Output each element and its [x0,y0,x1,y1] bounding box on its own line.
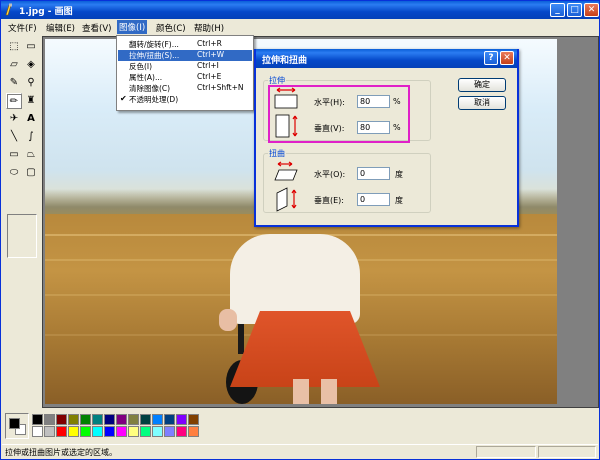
toolbox: ⬚ ▭ ▱ ◈ ✎ ⚲ ✏ ♜ ✈ A ╲ ∫ ▭ ⏢ ⬭ ▢ [3,36,41,408]
pencil-icon[interactable]: ✏ [6,93,22,109]
help-button[interactable]: ? [484,51,498,65]
color-swatch[interactable] [44,414,55,425]
color-swatch[interactable] [116,426,127,437]
skew-group-label: 扭曲 [268,148,286,159]
maximize-button[interactable]: □ [567,3,582,17]
color-swatch[interactable] [104,414,115,425]
person-leg [321,379,337,404]
color-swatch[interactable] [152,426,163,437]
eraser-icon[interactable]: ▱ [6,57,22,73]
dialog-title: 拉伸和扭曲 [262,56,308,66]
degree-unit: 度 [395,170,403,179]
person-hand [219,309,237,331]
color-swatch[interactable] [152,414,163,425]
skew-vertical-input[interactable]: 0 [357,193,390,206]
menu-colors[interactable]: 颜色(C) [154,21,188,35]
color-swatch[interactable] [176,414,187,425]
airbrush-icon[interactable]: ✈ [6,111,22,127]
line-icon[interactable]: ╲ [6,129,22,145]
ok-button[interactable]: 确定 [458,78,506,92]
color-swatch[interactable] [32,426,43,437]
person-sweater [230,234,360,324]
color-swatch[interactable] [92,426,103,437]
color-swatch[interactable] [140,414,151,425]
status-cell-position [476,446,536,458]
fill-bucket-icon[interactable]: ◈ [23,57,39,73]
dialog-close-button[interactable]: ✕ [500,51,514,65]
menu-view[interactable]: 查看(V) [80,21,113,35]
menu-edit[interactable]: 编辑(E) [44,21,77,35]
brush-icon[interactable]: ♜ [23,93,39,109]
status-cell-size [538,446,596,458]
color-swatch[interactable] [116,414,127,425]
color-swatch[interactable] [56,426,67,437]
color-swatch[interactable] [128,414,139,425]
color-palette [3,411,599,443]
skew-vertical-label: 垂直(E): [314,196,344,205]
paint-window: 1.jpg - 画图 _ □ ✕ 文件(F) 编辑(E) 查看(V) 图像(I)… [0,0,600,460]
text-tool-icon[interactable]: A [23,111,39,127]
skew-horizontal-label: 水平(O): [314,170,346,179]
current-colors[interactable] [5,413,29,439]
ellipse-icon[interactable]: ⬭ [6,165,22,181]
color-swatch[interactable] [128,426,139,437]
menu-image[interactable]: 图像(I) [117,20,148,34]
color-swatch[interactable] [68,414,79,425]
skew-horizontal-icon [274,161,298,181]
person-leg [293,379,309,404]
degree-unit: 度 [395,196,403,205]
window-title: 1.jpg - 画图 [19,7,73,17]
color-swatch[interactable] [104,426,115,437]
rectangle-icon[interactable]: ▭ [6,147,22,163]
color-swatch[interactable] [80,414,91,425]
curve-icon[interactable]: ∫ [23,129,39,145]
menu-help[interactable]: 帮助(H) [192,21,226,35]
tool-options[interactable] [7,214,37,258]
cancel-button[interactable]: 取消 [458,96,506,110]
skew-vertical-icon [276,187,297,212]
menu-item-attributes[interactable]: 属性(A)... Ctrl+E [118,72,252,83]
status-bar: 拉伸或扭曲图片或选定的区域。 [2,444,598,459]
checkmark-icon: ✔ [120,94,127,103]
color-swatch[interactable] [68,426,79,437]
skew-horizontal-input[interactable]: 0 [357,167,390,180]
highlight-annotation [268,85,410,143]
color-swatch[interactable] [164,426,175,437]
rect-select-icon[interactable]: ▭ [23,39,39,55]
color-swatch[interactable] [140,426,151,437]
dialog-title-bar[interactable]: 拉伸和扭曲 ? ✕ [256,49,517,68]
color-picker-icon[interactable]: ✎ [6,75,22,91]
status-text: 拉伸或扭曲图片或选定的区域。 [5,448,117,457]
color-swatch[interactable] [188,426,199,437]
menu-file[interactable]: 文件(F) [6,21,39,35]
color-swatch[interactable] [44,426,55,437]
foreground-color-swatch [9,418,20,429]
close-button[interactable]: ✕ [584,3,599,17]
color-swatch[interactable] [32,414,43,425]
color-swatch[interactable] [92,414,103,425]
menu-item-flip-rotate[interactable]: 翻转/旋转(F)... Ctrl+R [118,39,252,50]
free-select-icon[interactable]: ⬚ [6,39,22,55]
paint-app-icon [5,3,12,16]
magnifier-icon[interactable]: ⚲ [23,75,39,91]
color-swatch[interactable] [56,414,67,425]
polygon-icon[interactable]: ⏢ [23,147,39,163]
image-menu-dropdown: 翻转/旋转(F)... Ctrl+R 拉伸/扭曲(S)... Ctrl+W 反色(I… [116,35,254,111]
rounded-rect-icon[interactable]: ▢ [23,165,39,181]
color-swatch[interactable] [188,414,199,425]
color-swatch[interactable] [164,414,175,425]
color-swatch[interactable] [176,426,187,437]
menu-item-draw-opaque[interactable]: ✔ 不透明处理(D) [118,94,252,105]
menu-bar: 文件(F) 编辑(E) 查看(V) 图像(I) 颜色(C) 帮助(H) [2,19,598,35]
menu-item-invert-colors[interactable]: 反色(I) Ctrl+I [118,61,252,72]
minimize-button[interactable]: _ [550,3,565,17]
menu-item-clear-image[interactable]: 清除图像(C) Ctrl+Shft+N [118,83,252,94]
color-swatch[interactable] [80,426,91,437]
title-bar[interactable]: 1.jpg - 画图 _ □ ✕ [1,1,599,19]
menu-item-stretch-skew[interactable]: 拉伸/扭曲(S)... Ctrl+W [118,50,252,61]
